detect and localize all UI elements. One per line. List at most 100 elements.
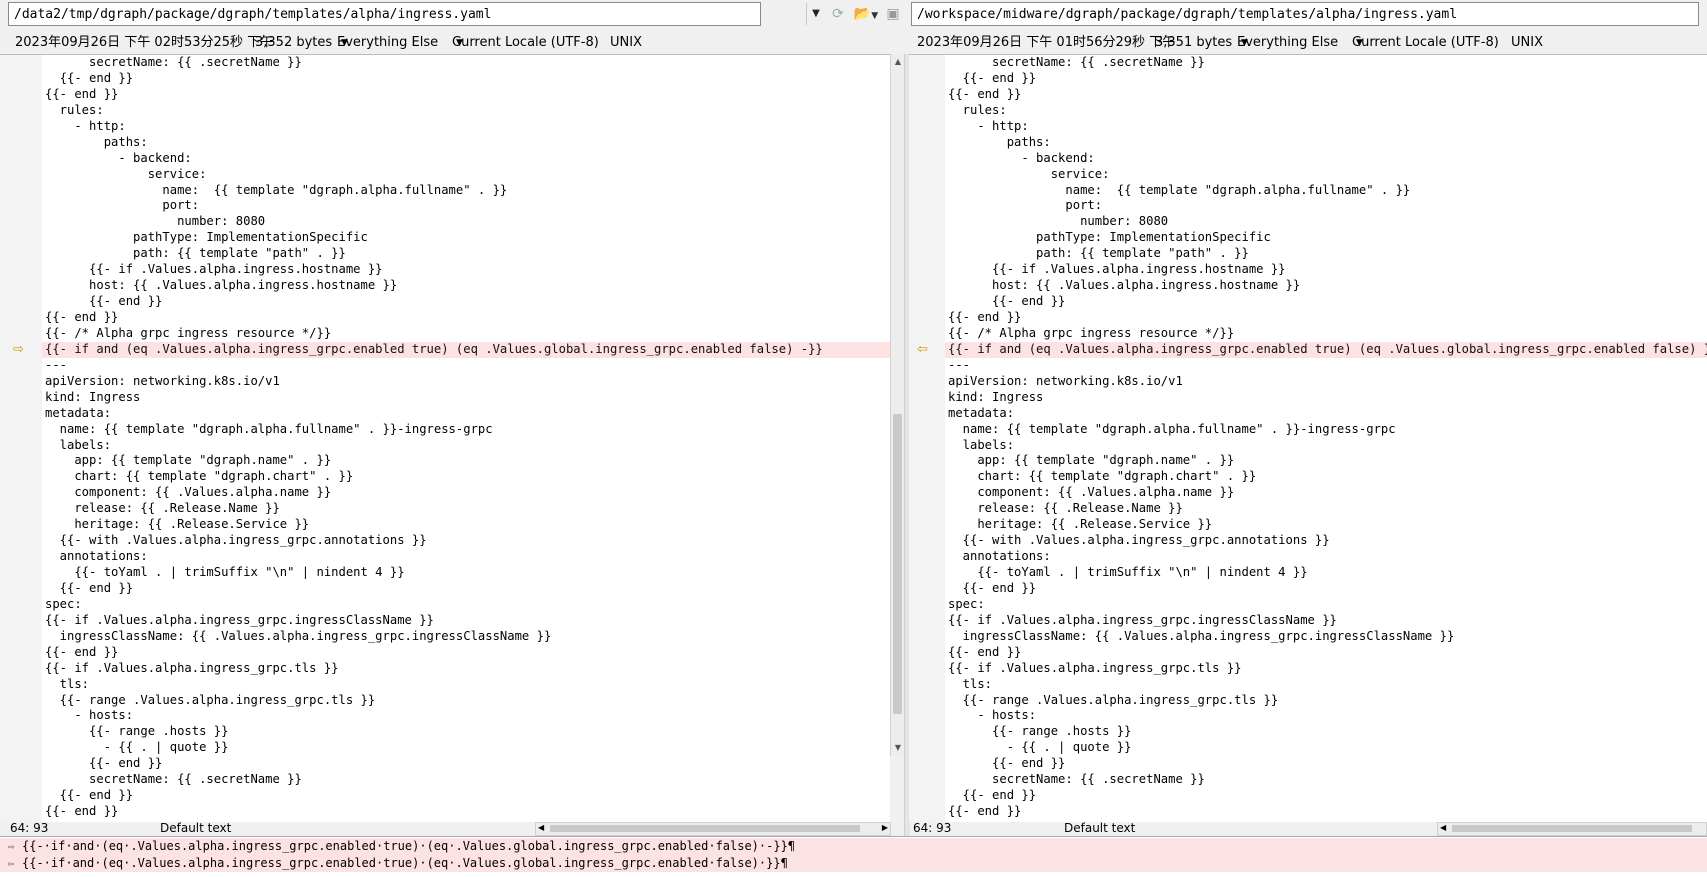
code-line: metadata: [45,405,112,420]
code-line: {{- if .Values.alpha.ingress.hostname }} [45,262,383,277]
code-line: {{- end }} [45,804,119,819]
left-eol: UNIX [610,35,642,50]
code-line: {{- end }} [948,756,1066,771]
left-path-row: /data2/tmp/dgraph/package/dgraph/templat… [0,0,907,31]
code-line: {{- end }} [948,70,1037,85]
reload-icon[interactable]: ⟳ [828,4,848,24]
code-line: secretName: {{ .secretName }} [45,772,302,787]
code-line: name: {{ template "dgraph.alpha.fullname… [948,421,1396,436]
right-eol: UNIX [1511,35,1543,50]
left-horizontal-scrollbar[interactable]: ◀ ▶ [535,822,891,836]
code-line: chart: {{ template "dgraph.chart" . }} [45,469,354,484]
folder-open-icon[interactable]: 📂▼ [852,4,880,24]
code-line: ingressClassName: {{ .Values.alpha.ingre… [948,628,1455,643]
right-editor[interactable]: secretName: {{ .secretName }} {{- end }}… [945,54,1707,822]
arrow-right-icon[interactable]: ⇨ [13,342,24,357]
code-line: number: 8080 [45,214,266,229]
code-line: annotations: [948,549,1051,564]
code-line: {{- end }} [45,644,119,659]
code-line: rules: [45,102,104,117]
code-line: --- [948,357,971,372]
scroll-left-icon[interactable]: ◀ [538,820,544,836]
left-path-field[interactable]: /data2/tmp/dgraph/package/dgraph/templat… [8,2,761,26]
code-line: - {{ . | quote }} [45,740,229,755]
code-line: spec: [948,596,985,611]
left-hscroll-thumb[interactable] [550,825,860,832]
right-horizontal-scrollbar[interactable]: ◀ [1437,822,1707,836]
left-filter-label: Everything Else [337,35,439,50]
code-line: {{- end }} [948,580,1037,595]
code-line: release: {{ .Release.Name }} [45,501,280,516]
code-line: {{- end }} [45,756,163,771]
code-line: paths: [45,134,148,149]
code-line: heritage: {{ .Release.Service }} [45,517,310,532]
code-line: app: {{ template "dgraph.name" . }} [948,453,1235,468]
code-line: {{- end }} [948,788,1037,803]
comparison-line-left-text: {{-·if·and·(eq·.Values.alpha.ingress_grp… [22,839,796,853]
code-line: {{- range .hosts }} [45,724,229,739]
right-status-bar: 64: 93 Default text ◀ [909,820,1707,836]
left-status-bar: 64: 93 Default text ◀ ▶ [0,820,907,836]
scroll-right-icon[interactable]: ▶ [882,820,888,836]
code-line: name: {{ template "dgraph.alpha.fullname… [45,182,508,197]
scroll-left-icon[interactable]: ◀ [1440,820,1446,836]
code-line: host: {{ .Values.alpha.ingress.hostname … [948,278,1301,293]
code-line: {{- end }} [948,644,1022,659]
code-line: - hosts: [45,708,134,723]
left-timestamp: 2023年09月26日 下午 02时53分25秒 下午 [15,35,274,50]
code-line: - backend: [948,150,1095,165]
code-line: component: {{ .Values.alpha.name }} [45,485,332,500]
scroll-up-icon[interactable]: ▲ [891,56,905,68]
code-line: kind: Ingress [948,389,1044,404]
arrow-left-icon[interactable]: ⇦ [917,342,928,357]
left-editor[interactable]: secretName: {{ .secretName }} {{- end }}… [42,54,890,822]
code-line: metadata: [948,405,1015,420]
code-line: - hosts: [948,708,1037,723]
code-line: number: 8080 [948,214,1169,229]
left-vertical-scrollbar[interactable]: ▲ ▼ [890,54,905,756]
left-size: 3,352 bytes [255,35,333,50]
code-line: {{- if .Values.alpha.ingress_grpc.ingres… [948,612,1337,627]
right-style-label: Default text [1064,821,1136,835]
comparison-line-right: ⇦ {{-·if·and·(eq·.Values.alpha.ingress_gr… [0,855,1707,872]
code-line: heritage: {{ .Release.Service }} [948,517,1213,532]
right-path-field[interactable]: /workspace/midware/dgraph/package/dgraph… [911,2,1699,26]
code-line: service: [45,166,207,181]
code-line: apiVersion: networking.k8s.io/v1 [948,373,1183,388]
left-encoding-label: Current Locale (UTF-8) [452,35,599,50]
right-hscroll-thumb[interactable] [1452,825,1692,832]
arrow-left-icon: ⇦ [7,857,15,870]
code-line: {{- end }} [45,294,163,309]
code-line: {{- end }} [45,788,134,803]
code-line: {{- end }} [45,86,119,101]
code-line: {{- toYaml . | trimSuffix "\n" | nindent… [45,565,405,579]
code-line: rules: [948,102,1007,117]
right-filter-label: Everything Else [1237,35,1339,50]
chevron-down-icon[interactable]: ▼ [806,3,825,25]
code-line: tls: [45,676,90,691]
code-line: secretName: {{ .secretName }} [948,772,1205,787]
code-line: path: {{ template "path" . }} [948,246,1249,261]
code-line: secretName: {{ .secretName }} [45,55,302,69]
code-line: annotations: [45,549,148,564]
code-line: {{- end }} [45,310,119,324]
code-line: tls: [948,676,993,691]
left-gutter: ⇨ [0,54,42,822]
code-line: - http: [948,118,1029,133]
right-code-lines: secretName: {{ .secretName }} {{- end }}… [945,55,1707,820]
code-line: path: {{ template "path" . }} [45,246,346,261]
save-icon[interactable]: ▣ [884,4,902,24]
comparison-line-right-text: {{-·if·and·(eq·.Values.alpha.ingress_grp… [22,856,788,870]
code-line: component: {{ .Values.alpha.name }} [948,485,1235,500]
right-cursor-position: 64: 93 [913,821,952,835]
code-line: {{- range .Values.alpha.ingress_grpc.tls… [948,692,1279,707]
code-line: name: {{ template "dgraph.alpha.fullname… [45,421,493,436]
scroll-down-icon[interactable]: ▼ [891,742,905,754]
left-vscroll-thumb[interactable] [893,414,902,714]
line-comparison-panel: ⇨ {{-·if·and·(eq·.Values.alpha.ingress_gr… [0,836,1707,877]
code-line: labels: [948,437,1015,452]
left-cursor-position: 64: 93 [10,821,49,835]
code-line: chart: {{ template "dgraph.chart" . }} [948,469,1257,484]
code-line: host: {{ .Values.alpha.ingress.hostname … [45,278,398,293]
code-line: - backend: [45,150,192,165]
